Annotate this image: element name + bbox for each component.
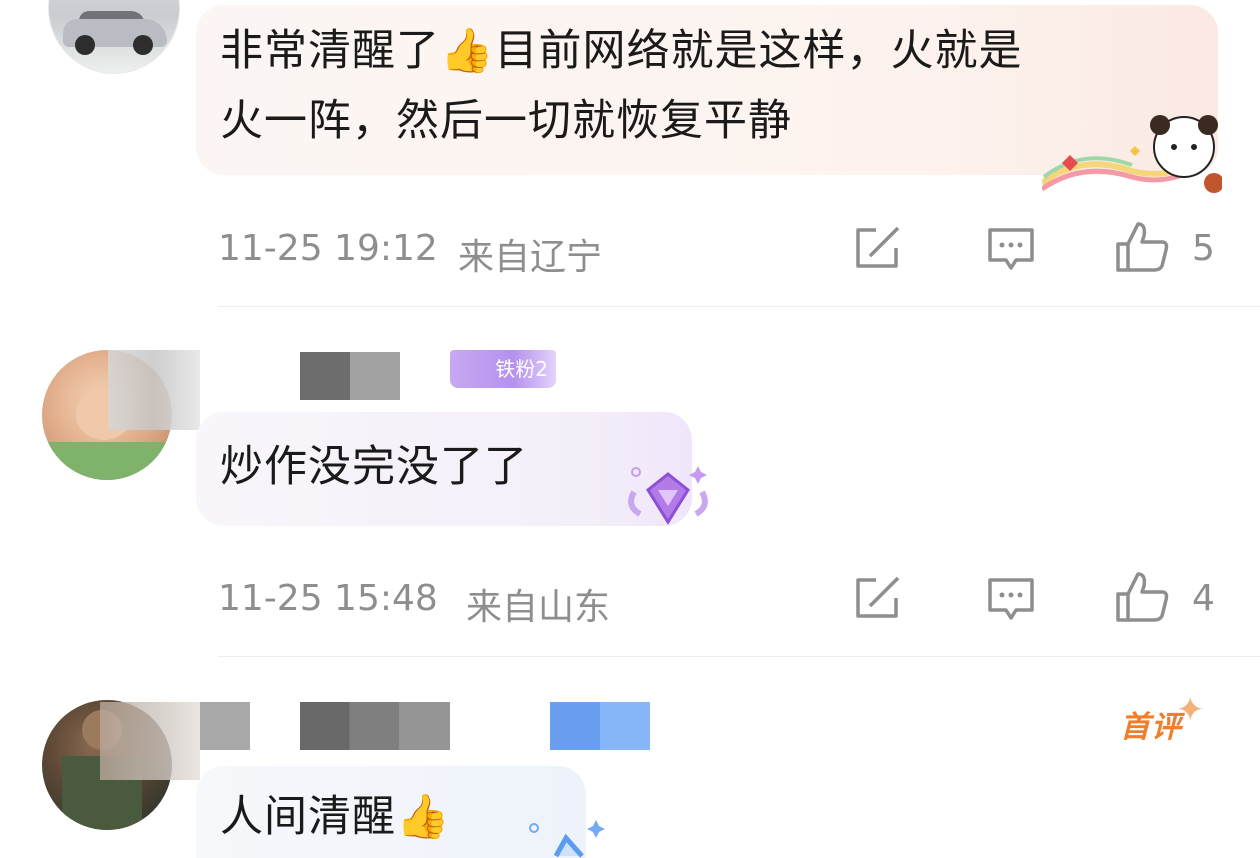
fan-badge-label: 铁粉2 <box>495 357 548 381</box>
username-mosaic[interactable] <box>100 702 200 780</box>
comment-button[interactable] <box>986 224 1036 272</box>
comment-location: 来自辽宁 <box>458 237 603 278</box>
like-button[interactable] <box>1114 220 1170 274</box>
member-badge-mosaic[interactable] <box>550 702 650 750</box>
comment-button[interactable] <box>986 574 1036 622</box>
share-button[interactable] <box>852 224 904 272</box>
avatar[interactable] <box>48 0 180 74</box>
divider <box>218 656 1260 657</box>
diamond-sticker-icon <box>628 466 708 525</box>
panda-sticker-icon <box>1042 115 1222 193</box>
comment-text: 人间清醒👍 <box>220 792 451 842</box>
like-button[interactable] <box>1114 570 1170 624</box>
comment-bubble-icon <box>988 228 1034 270</box>
thumbs-up-icon <box>1116 572 1169 622</box>
username-mosaic[interactable] <box>300 702 450 750</box>
like-count: 5 <box>1192 228 1215 269</box>
comment-time: 11-25 15:48 <box>218 578 438 619</box>
comment-location: 来自山东 <box>466 587 611 628</box>
edit-square-icon <box>856 226 900 268</box>
fan-badge[interactable]: 铁粉2 <box>450 350 556 388</box>
comment-text: 炒作没完没了了 <box>220 442 528 492</box>
first-comment-badge: 首评 <box>1120 710 1182 745</box>
comment-time: 11-25 19:12 <box>218 228 438 269</box>
divider <box>218 306 1260 307</box>
comment-bubble-icon <box>988 578 1034 620</box>
username-mosaic[interactable] <box>200 702 250 750</box>
username-mosaic[interactable] <box>108 350 200 430</box>
like-count: 4 <box>1192 578 1215 619</box>
thumbs-up-icon <box>1116 222 1169 272</box>
diamond-sticker-icon <box>529 820 605 858</box>
comment-text: 非常清醒了👍目前网络就是这样，火就是 <box>220 26 1023 76</box>
edit-square-icon <box>856 576 900 618</box>
username-mosaic[interactable] <box>300 352 400 400</box>
comment-text: 火一阵，然后一切就恢复平静 <box>220 96 792 146</box>
share-button[interactable] <box>852 574 904 622</box>
